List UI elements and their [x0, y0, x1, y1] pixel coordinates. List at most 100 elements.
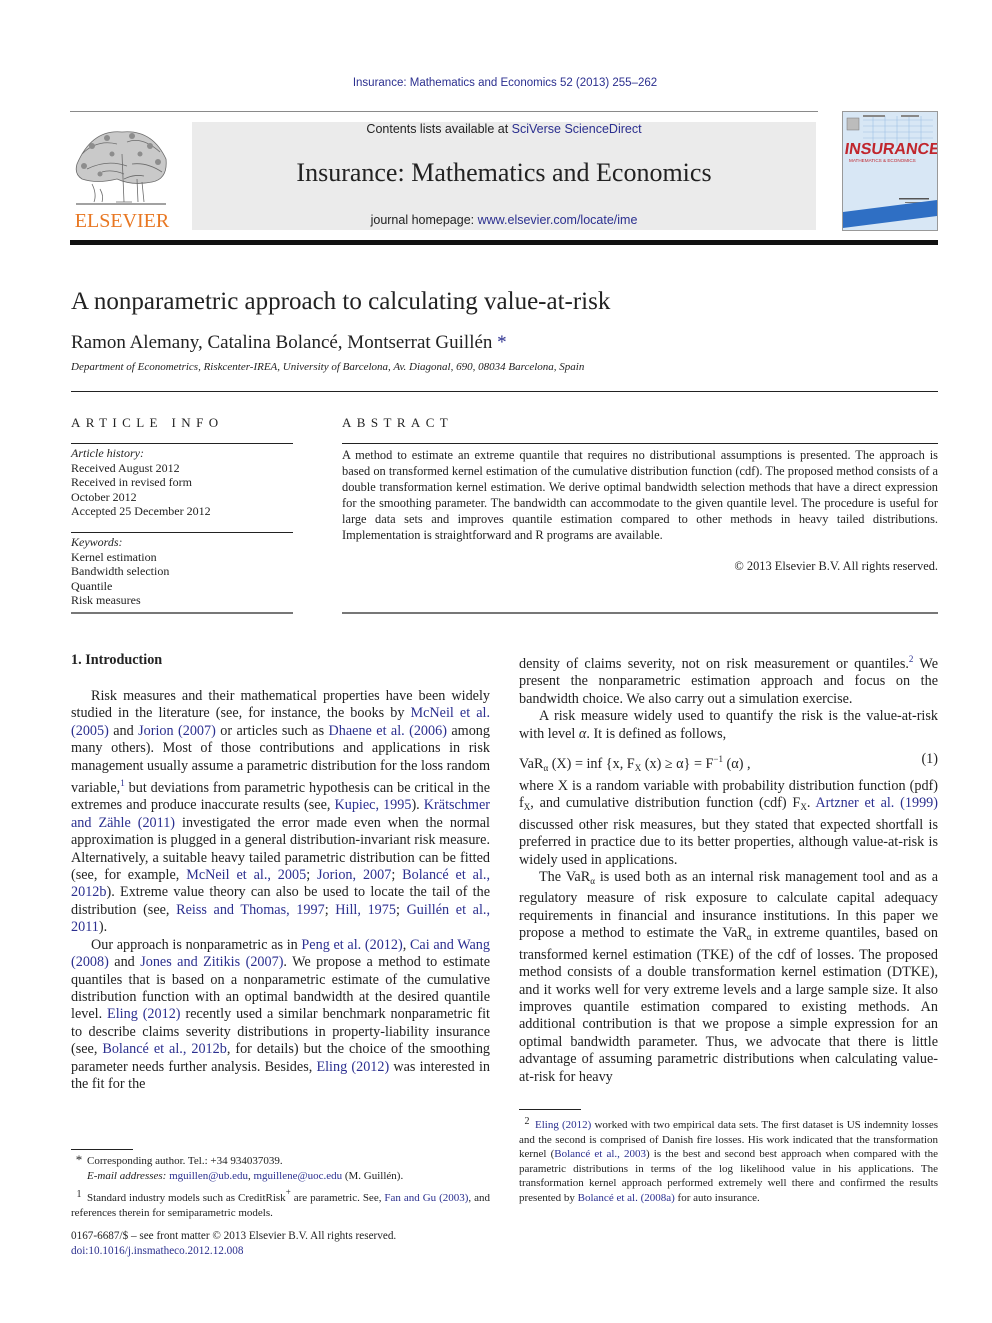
text: and: [108, 722, 139, 739]
corresponding-author-text: Corresponding author. Tel.: +34 93403703…: [87, 1155, 283, 1167]
doi-link[interactable]: doi:10.1016/j.insmatheco.2012.12.008: [71, 1244, 396, 1259]
citation-link[interactable]: McNeil et al., 2005: [186, 867, 306, 883]
footnote-emails: E-mail addresses: mguillen@ub.edu, mguil…: [71, 1169, 490, 1184]
intro-paragraph-3: density of claims severity, not on risk …: [519, 651, 938, 708]
footnote-corresponding: * Corresponding author. Tel.: +34 9340370…: [71, 1152, 490, 1169]
keywords-rule: [71, 532, 293, 533]
footnote-2: 2 Eling (2012) worked with two empirical …: [519, 1115, 938, 1205]
journal-cover-thumbnail[interactable]: INSURANCE MATHEMATICS & ECONOMICS: [842, 111, 938, 231]
asterisk-mark: *: [75, 1152, 83, 1167]
footnote-number: 1: [76, 1189, 82, 1200]
email-link[interactable]: mguillene@uoc.edu: [253, 1170, 342, 1182]
citation-link[interactable]: Fan and Gu (2003): [384, 1192, 468, 1204]
article-info-rule: [71, 443, 293, 444]
text: for auto insurance.: [674, 1191, 760, 1204]
text: are parametric. See,: [290, 1192, 385, 1204]
abstract-rule: [342, 443, 938, 444]
text: Our approach is nonparametric as in: [91, 936, 302, 953]
left-column: Risk measures and their mathematical pro…: [71, 688, 490, 1093]
abstract-text: A method to estimate an extreme quantile…: [342, 448, 938, 542]
citation-link[interactable]: Hill, 1975: [335, 902, 396, 918]
text: ).: [411, 797, 424, 814]
text: or articles such as: [215, 722, 329, 739]
text: ,: [402, 936, 410, 953]
footnote-rule-left: [71, 1149, 133, 1150]
equation-1: VaRα (X) = inf {x, FX (x) ≥ α} = F−1 (α)…: [519, 749, 938, 774]
abstract-heading: ABSTRACT: [342, 415, 454, 430]
journal-reference-link[interactable]: Insurance: Mathematics and Economics 52 …: [0, 77, 992, 89]
contents-prefix: Contents lists available at: [366, 122, 512, 136]
citation-link[interactable]: Eling (2012): [535, 1119, 591, 1131]
email-label: E-mail addresses:: [87, 1169, 170, 1182]
citation-link[interactable]: Jones and Zitikis (2007): [140, 954, 283, 970]
keyword-item: Risk measures: [71, 593, 141, 608]
intro-paragraph-2: Our approach is nonparametric as in Peng…: [71, 937, 490, 1094]
text: . It is defined as follows,: [586, 725, 727, 742]
email-link[interactable]: mguillen@ub.edu: [169, 1170, 248, 1182]
citation-link[interactable]: Eling (2012): [107, 1006, 181, 1022]
header-thick-rule: [70, 240, 938, 245]
citation-link[interactable]: Jorion (2007): [138, 723, 216, 739]
author-names: Ramon Alemany, Catalina Bolancé, Montser…: [71, 332, 493, 353]
text: (x) ≥ α} = F: [641, 756, 714, 773]
sciencedirect-link[interactable]: SciVerse ScienceDirect: [512, 122, 642, 136]
article-history: Article history: Received August 2012 Re…: [71, 446, 293, 519]
citation-link[interactable]: Artzner et al. (1999): [815, 795, 938, 811]
corresponding-author-link[interactable]: *: [497, 332, 507, 353]
affiliation: Department of Econometrics, Riskcenter-I…: [71, 361, 585, 373]
text: discussed other risk measures, but they …: [519, 816, 938, 868]
citation-link[interactable]: Bolancé et al. (2008a): [578, 1192, 675, 1204]
paper-title: A nonparametric approach to calculating …: [71, 288, 611, 315]
citation-link[interactable]: Reiss and Thomas, 1997: [176, 902, 325, 918]
history-item: October 2012: [71, 489, 137, 504]
issn-line: 0167-6687/$ – see front matter © 2013 El…: [71, 1230, 397, 1242]
intro-paragraph-6: The VaRα is used both as an internal ris…: [519, 869, 938, 1086]
contents-line: Contents lists available at SciVerse Sci…: [192, 122, 816, 136]
homepage-prefix: journal homepage:: [370, 213, 478, 227]
text: −1: [713, 754, 723, 765]
keyword-item: Kernel estimation: [71, 549, 157, 564]
text: , and cumulative distribution function (…: [530, 795, 801, 812]
text: Standard industry models such as CreditR…: [87, 1192, 286, 1204]
header-top-rule: [70, 111, 818, 112]
equation-body: VaRα (X) = inf {x, FX (x) ≥ α} = F−1 (α)…: [519, 751, 751, 777]
text: (α) ,: [722, 756, 751, 773]
keyword-item: Bandwidth selection: [71, 564, 170, 579]
text: (X) = inf {x, F: [548, 756, 635, 773]
citation-link[interactable]: Bolancé et al., 2012b: [102, 1041, 226, 1057]
text: The VaR: [539, 869, 591, 886]
author-list: Ramon Alemany, Catalina Bolancé, Montser…: [71, 332, 507, 354]
elsevier-logo[interactable]: ELSEVIER: [70, 122, 174, 234]
keywords-label: Keywords:: [71, 535, 123, 549]
text: ;: [306, 867, 318, 884]
citation-link[interactable]: Dhaene et al. (2006): [329, 723, 447, 739]
text: and: [108, 954, 141, 971]
text: ;: [391, 867, 403, 884]
journal-header-band: Contents lists available at SciVerse Sci…: [192, 122, 816, 230]
right-column: density of claims severity, not on risk …: [519, 651, 938, 1086]
journal-homepage-link[interactable]: www.elsevier.com/locate/ime: [478, 213, 638, 227]
text: in extreme quantiles, based on transform…: [519, 925, 938, 1085]
text: ;: [324, 901, 336, 918]
keyword-item: Quantile: [71, 578, 113, 593]
citation-link[interactable]: Kupiec, 1995: [334, 797, 411, 813]
article-info-heading: ARTICLE INFO: [71, 415, 224, 430]
footnote-1: 1 Standard industry models such as Credit…: [71, 1185, 490, 1220]
keywords-block: Keywords: Kernel estimation Bandwidth se…: [71, 535, 293, 608]
footnote-number: 2: [524, 1116, 530, 1127]
journal-title: Insurance: Mathematics and Economics: [296, 158, 712, 187]
history-label: Article history:: [71, 446, 144, 460]
citation-link[interactable]: Peng et al. (2012): [301, 937, 402, 953]
text: VaR: [519, 756, 544, 773]
footnote-rule-right: [519, 1109, 581, 1110]
elsevier-wordmark: ELSEVIER: [74, 210, 170, 232]
homepage-line: journal homepage: www.elsevier.com/locat…: [192, 213, 816, 227]
cover-subtitle: MATHEMATICS & ECONOMICS: [849, 158, 916, 163]
text: ).: [98, 919, 108, 936]
intro-paragraph-5: where X is a random variable with probab…: [519, 778, 938, 869]
citation-link[interactable]: Eling (2012): [316, 1059, 389, 1075]
text: density of claims severity, not on risk …: [519, 656, 909, 672]
text: (M. Guillén).: [342, 1169, 404, 1182]
citation-link[interactable]: Jorion, 2007: [317, 867, 391, 883]
citation-link[interactable]: Bolancé et al., 2003: [554, 1148, 646, 1160]
